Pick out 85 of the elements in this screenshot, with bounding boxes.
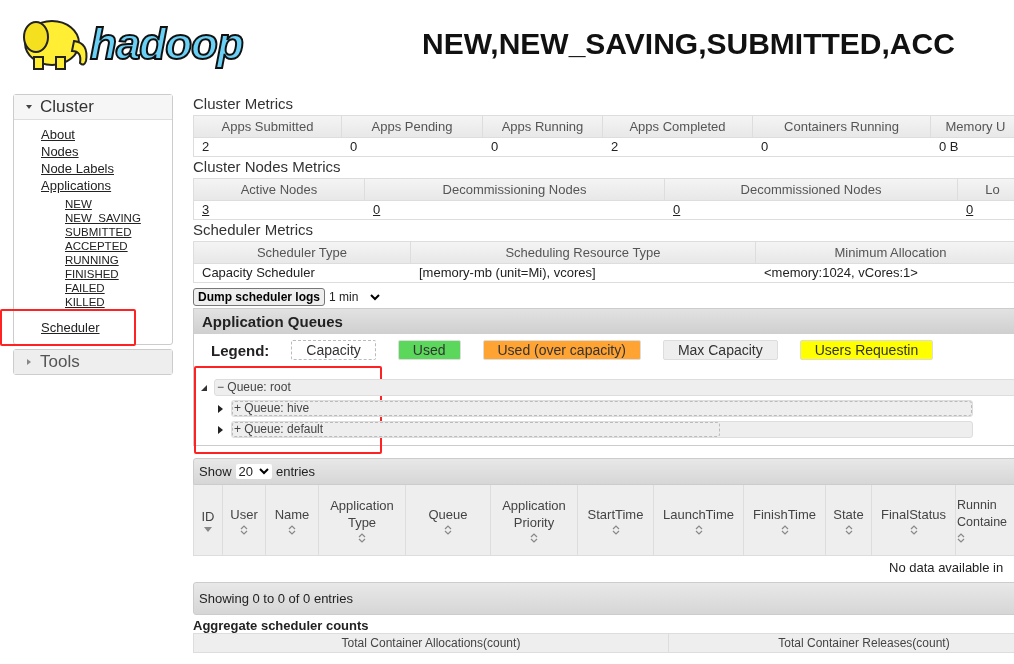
sidebar-sublink[interactable]: SUBMITTED: [65, 225, 132, 239]
sidebar-sublink[interactable]: FINISHED: [65, 267, 119, 281]
column-header[interactable]: FinalStatus: [872, 485, 956, 555]
entries-label: entries: [276, 464, 316, 479]
sidebar-link[interactable]: Nodes: [41, 144, 79, 159]
queue-bar[interactable]: + Queue: default: [231, 421, 973, 438]
column-header[interactable]: Name: [266, 485, 319, 555]
column-header[interactable]: ID: [194, 485, 223, 555]
column-header: Apps Running: [483, 116, 603, 138]
value-link[interactable]: 0: [966, 202, 974, 217]
column-header[interactable]: Runnin Containe: [956, 485, 1014, 555]
page-size-select[interactable]: 20: [235, 464, 272, 479]
panel-title: Application Queues: [194, 309, 1014, 334]
column-header[interactable]: FinishTime: [744, 485, 826, 555]
column-header: Total Container Allocations(count): [194, 634, 669, 652]
section-title: Scheduler Metrics: [193, 221, 315, 238]
page-title: NEW,NEW_SAVING,SUBMITTED,ACC: [422, 27, 955, 61]
expand-icon[interactable]: [218, 404, 223, 413]
chevron-down-icon: [370, 293, 381, 301]
table-cell: 0 B: [939, 139, 959, 154]
legend-item: Used: [397, 340, 461, 360]
sidebar-sublink[interactable]: KILLED: [65, 295, 105, 309]
sidebar-link[interactable]: Node Labels: [41, 161, 114, 176]
column-header[interactable]: StartTime: [578, 485, 654, 555]
column-header[interactable]: Application Type: [319, 485, 406, 555]
column-header: Decommissioned Nodes: [665, 179, 958, 201]
value-link[interactable]: 3: [202, 202, 210, 217]
column-header[interactable]: LaunchTime: [654, 485, 744, 555]
entries-info: Showing 0 to 0 of 0 entries: [199, 591, 353, 606]
sidebar-section-header[interactable]: Cluster: [14, 95, 172, 120]
column-header[interactable]: Application Priority: [491, 485, 578, 555]
legend-label: Legend:: [211, 341, 270, 359]
collapse-icon[interactable]: [201, 384, 207, 391]
logo-text: hadoop: [90, 19, 243, 69]
sidebar-link[interactable]: Scheduler: [41, 320, 100, 335]
column-header: Minimum Allocation: [756, 242, 1014, 264]
show-label: Show: [199, 464, 232, 479]
column-header: Total Container Releases(count): [669, 634, 1014, 652]
column-header: Decommissioning Nodes: [365, 179, 665, 201]
column-header: Memory U: [931, 116, 1014, 138]
column-header: Apps Completed: [603, 116, 753, 138]
column-header: Apps Pending: [342, 116, 483, 138]
table-cell: 0: [491, 139, 499, 154]
column-header: Active Nodes: [194, 179, 365, 201]
table-cell: <memory:1024, vCores:1>: [764, 265, 918, 280]
table-cell: [memory-mb (unit=Mi), vcores]: [419, 265, 596, 280]
chevron-down-icon: [259, 468, 269, 475]
table-cell: 2: [202, 139, 210, 154]
column-header: Scheduling Resource Type: [411, 242, 756, 264]
legend-item: Users Requestin: [799, 340, 934, 360]
queue-bar[interactable]: − Queue: root: [214, 379, 1014, 396]
column-header[interactable]: Queue: [406, 485, 491, 555]
legend-item: Capacity: [291, 340, 376, 360]
column-header: Apps Submitted: [194, 116, 342, 138]
sidebar-link[interactable]: Applications: [41, 178, 112, 193]
sidebar-section-header[interactable]: Tools: [14, 350, 172, 374]
legend-item: Max Capacity: [662, 340, 778, 360]
empty-message: No data available in: [889, 560, 1004, 575]
sidebar-sublink[interactable]: FAILED: [65, 281, 105, 295]
expand-icon[interactable]: [218, 425, 223, 434]
sidebar-link[interactable]: About: [41, 127, 75, 142]
table-cell: 0: [761, 139, 769, 154]
sidebar-sublink[interactable]: NEW: [65, 197, 92, 211]
section-title: Aggregate scheduler counts: [193, 618, 370, 633]
expand-icon: [26, 358, 32, 366]
legend-item: Used (over capacity): [482, 340, 641, 360]
column-header[interactable]: State: [826, 485, 872, 555]
section-title: Cluster Nodes Metrics: [193, 158, 342, 175]
table-cell: 2: [611, 139, 619, 154]
dump-logs-button[interactable]: Dump scheduler logs: [193, 288, 326, 306]
value-link[interactable]: 0: [373, 202, 381, 217]
column-header: Containers Running: [753, 116, 931, 138]
column-header: Scheduler Type: [194, 242, 411, 264]
column-header[interactable]: User: [223, 485, 266, 555]
sidebar-sublink[interactable]: ACCEPTED: [65, 239, 128, 253]
column-header: Lo: [958, 179, 1014, 201]
sidebar-sublink[interactable]: NEW_SAVING: [65, 211, 141, 225]
table-cell: Capacity Scheduler: [202, 265, 315, 280]
interval-select[interactable]: 1 min: [329, 290, 381, 304]
section-title: Cluster Metrics: [193, 95, 294, 112]
queue-bar[interactable]: + Queue: hive: [231, 400, 973, 417]
sidebar-sublink[interactable]: RUNNING: [65, 253, 119, 267]
value-link[interactable]: 0: [673, 202, 681, 217]
collapse-icon: [25, 104, 33, 110]
table-cell: 0: [350, 139, 358, 154]
